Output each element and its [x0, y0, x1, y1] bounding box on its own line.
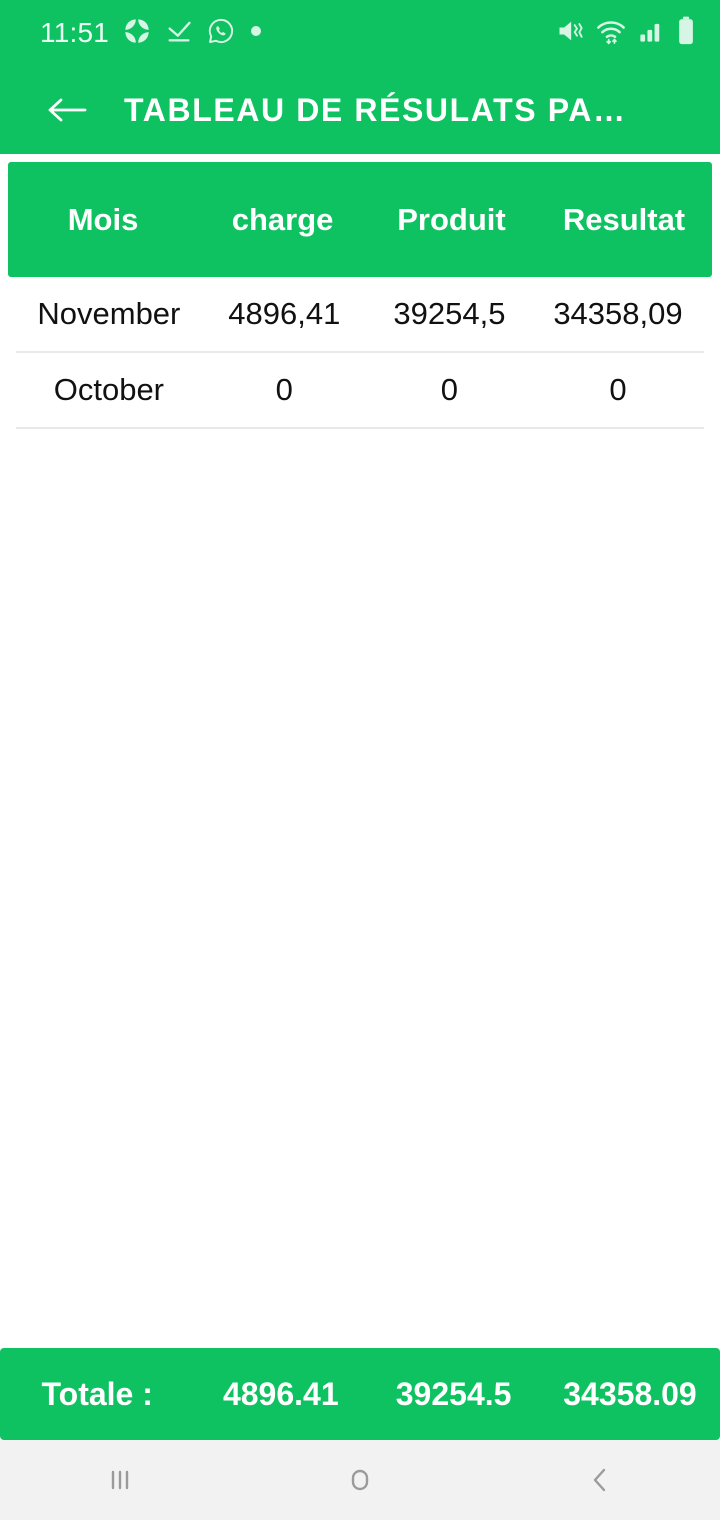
main-content: Mois charge Produit Resultat November 48… [0, 154, 720, 1348]
total-produit: 39254.5 [395, 1375, 512, 1412]
table-body: November 4896,41 39254,5 34358,09 Octobe… [0, 277, 720, 429]
battery-icon [676, 16, 696, 51]
status-bar-right [556, 16, 696, 51]
app-flower-icon [123, 17, 151, 50]
recents-icon[interactable] [65, 1440, 175, 1520]
total-resultat: 34358.09 [563, 1375, 697, 1412]
cell-charge: 0 [275, 372, 293, 407]
page-title: TABLEAU DE RÉSULATS PA… [124, 91, 627, 128]
system-navigation-bar [0, 1440, 720, 1520]
cell-produit: 39254,5 [393, 296, 506, 331]
back-icon[interactable] [545, 1440, 655, 1520]
table-row[interactable]: November 4896,41 39254,5 34358,09 [16, 277, 704, 353]
app-bar: TABLEAU DE RÉSULATS PA… [0, 66, 720, 154]
mute-vibrate-icon [556, 17, 584, 50]
total-bar: Totale : 4896.41 39254.5 34358.09 [0, 1348, 720, 1440]
cell-resultat: 0 [609, 372, 627, 407]
empty-area [0, 429, 720, 1348]
cell-charge: 4896,41 [228, 296, 341, 331]
cell-resultat: 34358,09 [553, 296, 683, 331]
total-label: Totale : [41, 1375, 153, 1412]
column-header-resultat[interactable]: Resultat [536, 202, 712, 238]
cell-mois: October [53, 372, 165, 407]
dot-indicator-icon [249, 24, 263, 43]
signal-bars-icon [638, 18, 664, 49]
cell-mois: November [37, 296, 181, 331]
download-complete-icon [165, 17, 193, 50]
status-bar-left: 11:51 [40, 17, 263, 50]
total-charge: 4896.41 [222, 1375, 339, 1412]
back-arrow-icon[interactable] [44, 87, 90, 133]
column-header-charge[interactable]: charge [198, 202, 367, 238]
status-clock: 11:51 [40, 17, 109, 48]
column-header-produit[interactable]: Produit [367, 202, 536, 238]
status-bar: 11:51 [0, 0, 720, 66]
app-root: 11:51 TABLEAU DE RÉSULATS PA… Mois charg… [0, 0, 720, 1520]
table-header-row: Mois charge Produit Resultat [8, 162, 712, 277]
whatsapp-icon [207, 17, 235, 50]
table-row[interactable]: October 0 0 0 [16, 353, 704, 429]
wifi-icon [596, 17, 626, 50]
column-header-mois[interactable]: Mois [8, 202, 198, 238]
home-icon[interactable] [305, 1440, 415, 1520]
cell-produit: 0 [440, 372, 459, 407]
